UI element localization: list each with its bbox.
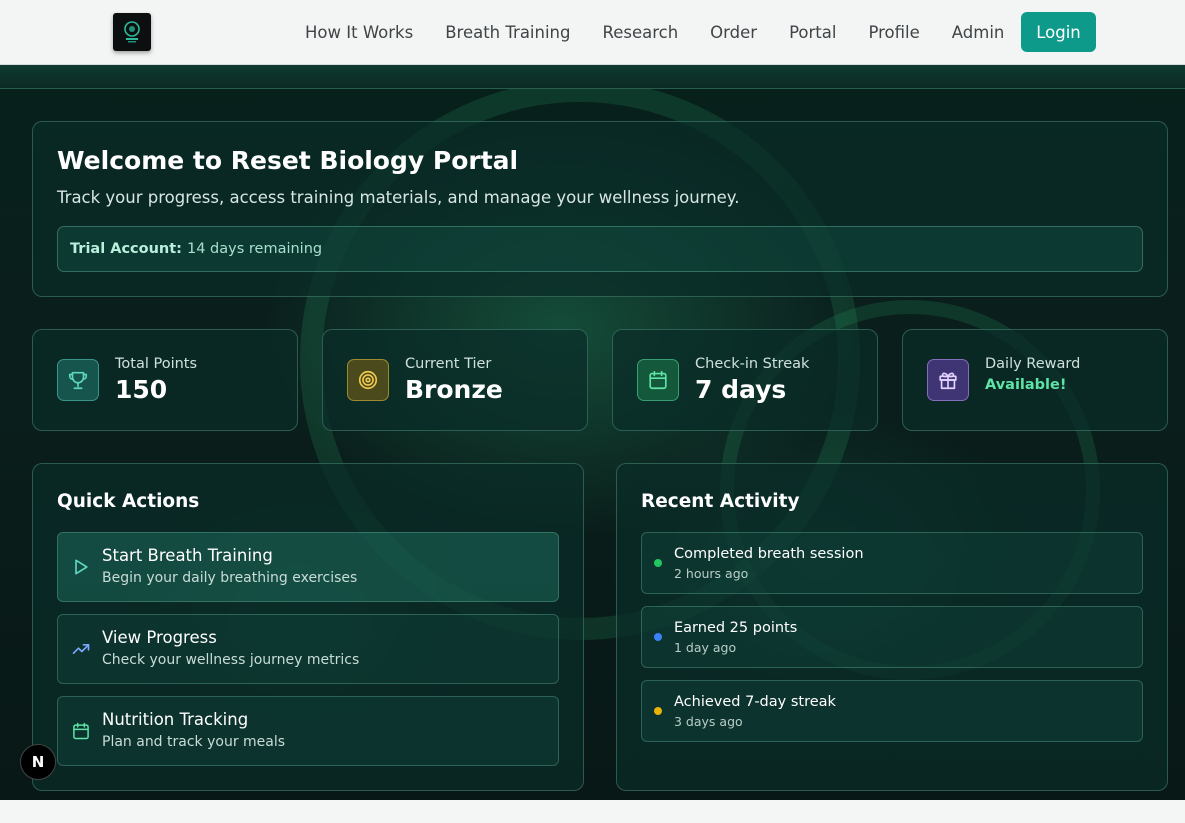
start-breath-training-button[interactable]: Start Breath Training Begin your daily b… <box>57 532 559 602</box>
nav-portal[interactable]: Portal <box>773 23 852 42</box>
action-subtitle: Check your wellness journey metrics <box>102 652 360 668</box>
stat-label: Current Tier <box>405 356 492 372</box>
welcome-card: Welcome to Reset Biology Portal Track yo… <box>32 121 1168 297</box>
nav-profile[interactable]: Profile <box>852 23 935 42</box>
action-title: Nutrition Tracking <box>102 710 249 729</box>
panel-title: Recent Activity <box>641 491 800 512</box>
nav-how-it-works[interactable]: How It Works <box>289 23 429 42</box>
stat-checkin-streak: Check-in Streak 7 days <box>612 329 878 431</box>
activity-time: 2 hours ago <box>674 566 749 581</box>
calendar-icon <box>637 359 679 401</box>
trial-value: 14 days remaining <box>186 241 323 257</box>
calendar-icon <box>70 720 92 742</box>
play-icon <box>70 556 92 578</box>
stat-value: 7 days <box>695 375 787 404</box>
status-dot <box>654 559 662 567</box>
action-subtitle: Begin your daily breathing exercises <box>102 570 358 586</box>
trial-banner: Trial Account: 14 days remaining <box>57 226 1143 272</box>
stat-label: Daily Reward <box>985 356 1081 372</box>
top-navigation: How It Works Breath Training Research Or… <box>0 0 1185 65</box>
trending-up-icon <box>70 638 92 660</box>
action-title: Start Breath Training <box>102 546 273 565</box>
stat-total-points: Total Points 150 <box>32 329 298 431</box>
activity-item: Completed breath session 2 hours ago <box>641 532 1143 594</box>
status-dot <box>654 633 662 641</box>
target-icon <box>347 359 389 401</box>
recent-activity-panel: Recent Activity Completed breath session… <box>616 463 1168 791</box>
gift-icon <box>927 359 969 401</box>
brand-logo[interactable] <box>113 13 151 51</box>
trial-label: Trial Account: <box>70 241 182 257</box>
activity-item: Achieved 7-day streak 3 days ago <box>641 680 1143 742</box>
stat-value: Available! <box>985 377 1067 393</box>
stat-value: 150 <box>115 375 168 404</box>
trophy-icon <box>57 359 99 401</box>
view-progress-button[interactable]: View Progress Check your wellness journe… <box>57 614 559 684</box>
dev-tools-badge[interactable]: N <box>20 744 56 780</box>
nutrition-tracking-button[interactable]: Nutrition Tracking Plan and track your m… <box>57 696 559 766</box>
login-button[interactable]: Login <box>1021 12 1096 52</box>
logo-icon <box>124 21 140 43</box>
action-title: View Progress <box>102 628 217 647</box>
stat-current-tier: Current Tier Bronze <box>322 329 588 431</box>
page-title: Welcome to Reset Biology Portal <box>57 146 519 175</box>
nav-research[interactable]: Research <box>586 23 694 42</box>
nav-admin[interactable]: Admin <box>936 23 1021 42</box>
activity-title: Achieved 7-day streak <box>674 694 836 710</box>
page-subtitle: Track your progress, access training mat… <box>57 188 740 207</box>
stat-label: Check-in Streak <box>695 356 810 372</box>
stat-daily-reward: Daily Reward Available! <box>902 329 1168 431</box>
activity-title: Completed breath session <box>674 546 864 562</box>
nav-breath-training[interactable]: Breath Training <box>429 23 586 42</box>
status-dot <box>654 707 662 715</box>
activity-time: 3 days ago <box>674 714 743 729</box>
quick-actions-panel: Quick Actions Start Breath Training Begi… <box>32 463 584 791</box>
stat-label: Total Points <box>115 356 198 372</box>
nav-order[interactable]: Order <box>694 23 773 42</box>
action-subtitle: Plan and track your meals <box>102 734 286 750</box>
activity-item: Earned 25 points 1 day ago <box>641 606 1143 668</box>
activity-time: 1 day ago <box>674 640 737 655</box>
stat-value: Bronze <box>405 375 503 404</box>
activity-title: Earned 25 points <box>674 620 798 636</box>
panel-title: Quick Actions <box>57 491 200 512</box>
